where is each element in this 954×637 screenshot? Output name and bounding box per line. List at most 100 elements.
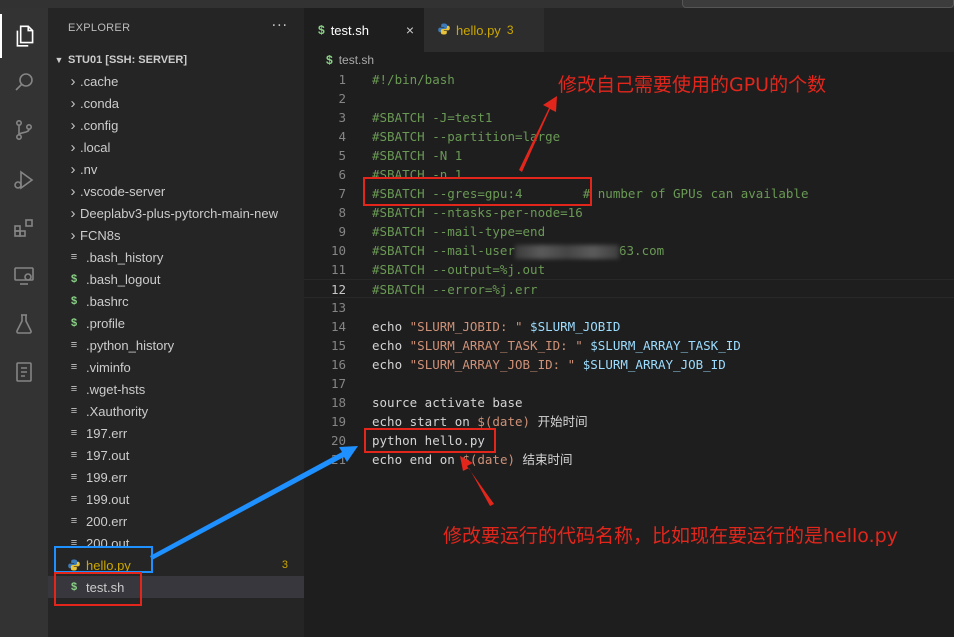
run-annotation: 修改要运行的代码名称，比如现在要运行的是hello.py [443, 525, 898, 547]
shell-icon: $ [318, 23, 325, 37]
folder-item[interactable]: › .local [48, 136, 304, 158]
file-item[interactable]: ≡ .Xauthority [48, 400, 304, 422]
code-line[interactable]: 3 #SBATCH -J=test1 [304, 108, 954, 127]
text-file-icon: ≡ [70, 471, 78, 483]
line-number: 14 [330, 319, 346, 334]
code-text: echo "SLURM_ARRAY_JOB_ID: " $SLURM_ARRAY… [372, 355, 726, 374]
code-line[interactable]: 10 #SBATCH --mail-user 63.com [304, 241, 954, 260]
code-token: echo start on [372, 414, 478, 429]
command-center-search[interactable] [682, 0, 954, 8]
testing-icon[interactable] [0, 302, 48, 346]
chevron-right-icon[interactable]: › [66, 117, 80, 134]
extensions-icon[interactable] [0, 206, 48, 250]
code-token: "SLURM_ARRAY_JOB_ID: " [409, 357, 576, 372]
workspace-root[interactable]: ▼ STU01 [SSH: SERVER] [48, 50, 304, 70]
python-icon [438, 23, 450, 38]
code-token: #SBATCH --mail-user [372, 243, 515, 258]
notebook-icon[interactable] [0, 350, 48, 394]
tab-label: hello.py [456, 22, 501, 38]
text-file-icon: ≡ [70, 427, 78, 439]
line-number: 18 [330, 395, 346, 410]
code-line[interactable]: 11 #SBATCH --output=%j.out [304, 260, 954, 279]
code-line[interactable]: 18 source activate base [304, 393, 954, 412]
folder-item[interactable]: › Deeplabv3-plus-pytorch-main-new [48, 202, 304, 224]
gpu-annotation: 修改自己需要使用的GPU的个数 [558, 74, 827, 96]
file-item[interactable]: $ .bash_logout [48, 268, 304, 290]
chevron-right-icon[interactable]: › [66, 205, 80, 222]
folder-item[interactable]: › .conda [48, 92, 304, 114]
file-item[interactable]: ≡ 197.err [48, 422, 304, 444]
folder-item[interactable]: › FCN8s [48, 224, 304, 246]
folder-item[interactable]: › .vscode-server [48, 180, 304, 202]
explorer-icon[interactable] [0, 14, 48, 58]
code-token: #SBATCH --ntasks-per-node=16 [372, 205, 583, 220]
line-number: 13 [330, 300, 346, 315]
file-item[interactable]: $ .profile [48, 312, 304, 334]
tab-hello-py[interactable]: hello.py 3 [424, 8, 544, 52]
folder-item[interactable]: › .config [48, 114, 304, 136]
chevron-right-icon[interactable]: › [66, 161, 80, 178]
code-token: echo [372, 357, 410, 372]
problems-badge: 3 [281, 559, 288, 571]
code-token: echo [372, 338, 410, 353]
run-debug-icon[interactable] [0, 158, 48, 202]
file-item[interactable]: ≡ .python_history [48, 334, 304, 356]
file-item[interactable]: ≡ 197.out [48, 444, 304, 466]
breadcrumb-file[interactable]: test.sh [339, 53, 374, 67]
editor-tab-bar: $ test.sh × hello.py 3 [304, 8, 954, 52]
line-number: 5 [338, 148, 346, 163]
search-icon[interactable] [0, 60, 48, 104]
explorer-title: EXPLORER [68, 22, 131, 34]
code-line[interactable]: 15 echo "SLURM_ARRAY_TASK_ID: " $SLURM_AR… [304, 336, 954, 355]
folder-item[interactable]: › .nv [48, 158, 304, 180]
close-icon[interactable]: × [406, 22, 414, 38]
text-file-icon: ≡ [70, 361, 78, 373]
code-text: echo "SLURM_JOBID: " $SLURM_JOBID [372, 317, 620, 336]
source-control-icon[interactable] [0, 108, 48, 152]
code-line[interactable]: 12 #SBATCH --error=%j.err [304, 279, 954, 298]
text-file-icon: ≡ [70, 493, 78, 505]
code-text: source activate base [372, 393, 523, 412]
code-line[interactable]: 9 #SBATCH --mail-type=end [304, 222, 954, 241]
code-line[interactable]: 5 #SBATCH -N 1 [304, 146, 954, 165]
file-item[interactable]: ≡ .bash_history [48, 246, 304, 268]
chevron-right-icon[interactable]: › [66, 139, 80, 156]
chevron-right-icon[interactable]: › [66, 227, 80, 244]
more-actions-icon[interactable]: ··· [272, 18, 288, 34]
remote-explorer-icon[interactable] [0, 254, 48, 298]
code-editor[interactable]: 1 #!/bin/bash 2 3 #SBATCH -J=test1 4 #SBATCH -… [304, 70, 954, 637]
code-line[interactable]: 4 #SBATCH --partition=large [304, 127, 954, 146]
line-number: 4 [338, 129, 346, 144]
file-item[interactable]: ≡ 199.out [48, 488, 304, 510]
code-token: #SBATCH --error=%j.err [372, 282, 538, 297]
file-item[interactable]: ≡ 199.err [48, 466, 304, 488]
line-number: 10 [330, 243, 346, 258]
chevron-down-icon: ▼ [54, 55, 64, 65]
code-line[interactable]: 13 [304, 298, 954, 317]
file-item[interactable]: ≡ .wget-hsts [48, 378, 304, 400]
file-item[interactable]: ≡ .viminfo [48, 356, 304, 378]
code-token: $(date) [477, 414, 531, 429]
code-text: echo "SLURM_ARRAY_TASK_ID: " $SLURM_ARRA… [372, 336, 741, 355]
folder-item[interactable]: › .cache [48, 70, 304, 92]
redacted-email [515, 244, 619, 259]
shell-file-icon: $ [70, 295, 78, 307]
chevron-right-icon[interactable]: › [66, 73, 80, 90]
tree-item-label: 197.out [86, 447, 130, 463]
code-token: "SLURM_JOBID: " [409, 319, 523, 334]
breadcrumb[interactable]: $ test.sh [304, 50, 374, 70]
file-item[interactable]: ≡ 200.err [48, 510, 304, 532]
chevron-right-icon[interactable]: › [66, 183, 80, 200]
tree-item-label: .python_history [86, 337, 175, 353]
file-item[interactable]: $ .bashrc [48, 290, 304, 312]
chevron-right-icon[interactable]: › [66, 95, 80, 112]
code-token: $(date) [462, 452, 515, 467]
activity-bar [0, 8, 48, 637]
tab-test-sh[interactable]: $ test.sh × [304, 8, 424, 52]
code-line[interactable]: 16 echo "SLURM_ARRAY_JOB_ID: " $SLURM_ARR… [304, 355, 954, 374]
code-line[interactable]: 17 [304, 374, 954, 393]
tree-item-label: .local [80, 139, 111, 155]
tree-item-label: .nv [80, 161, 98, 177]
line-number: 19 [330, 414, 346, 429]
code-line[interactable]: 14 echo "SLURM_JOBID: " $SLURM_JOBID [304, 317, 954, 336]
